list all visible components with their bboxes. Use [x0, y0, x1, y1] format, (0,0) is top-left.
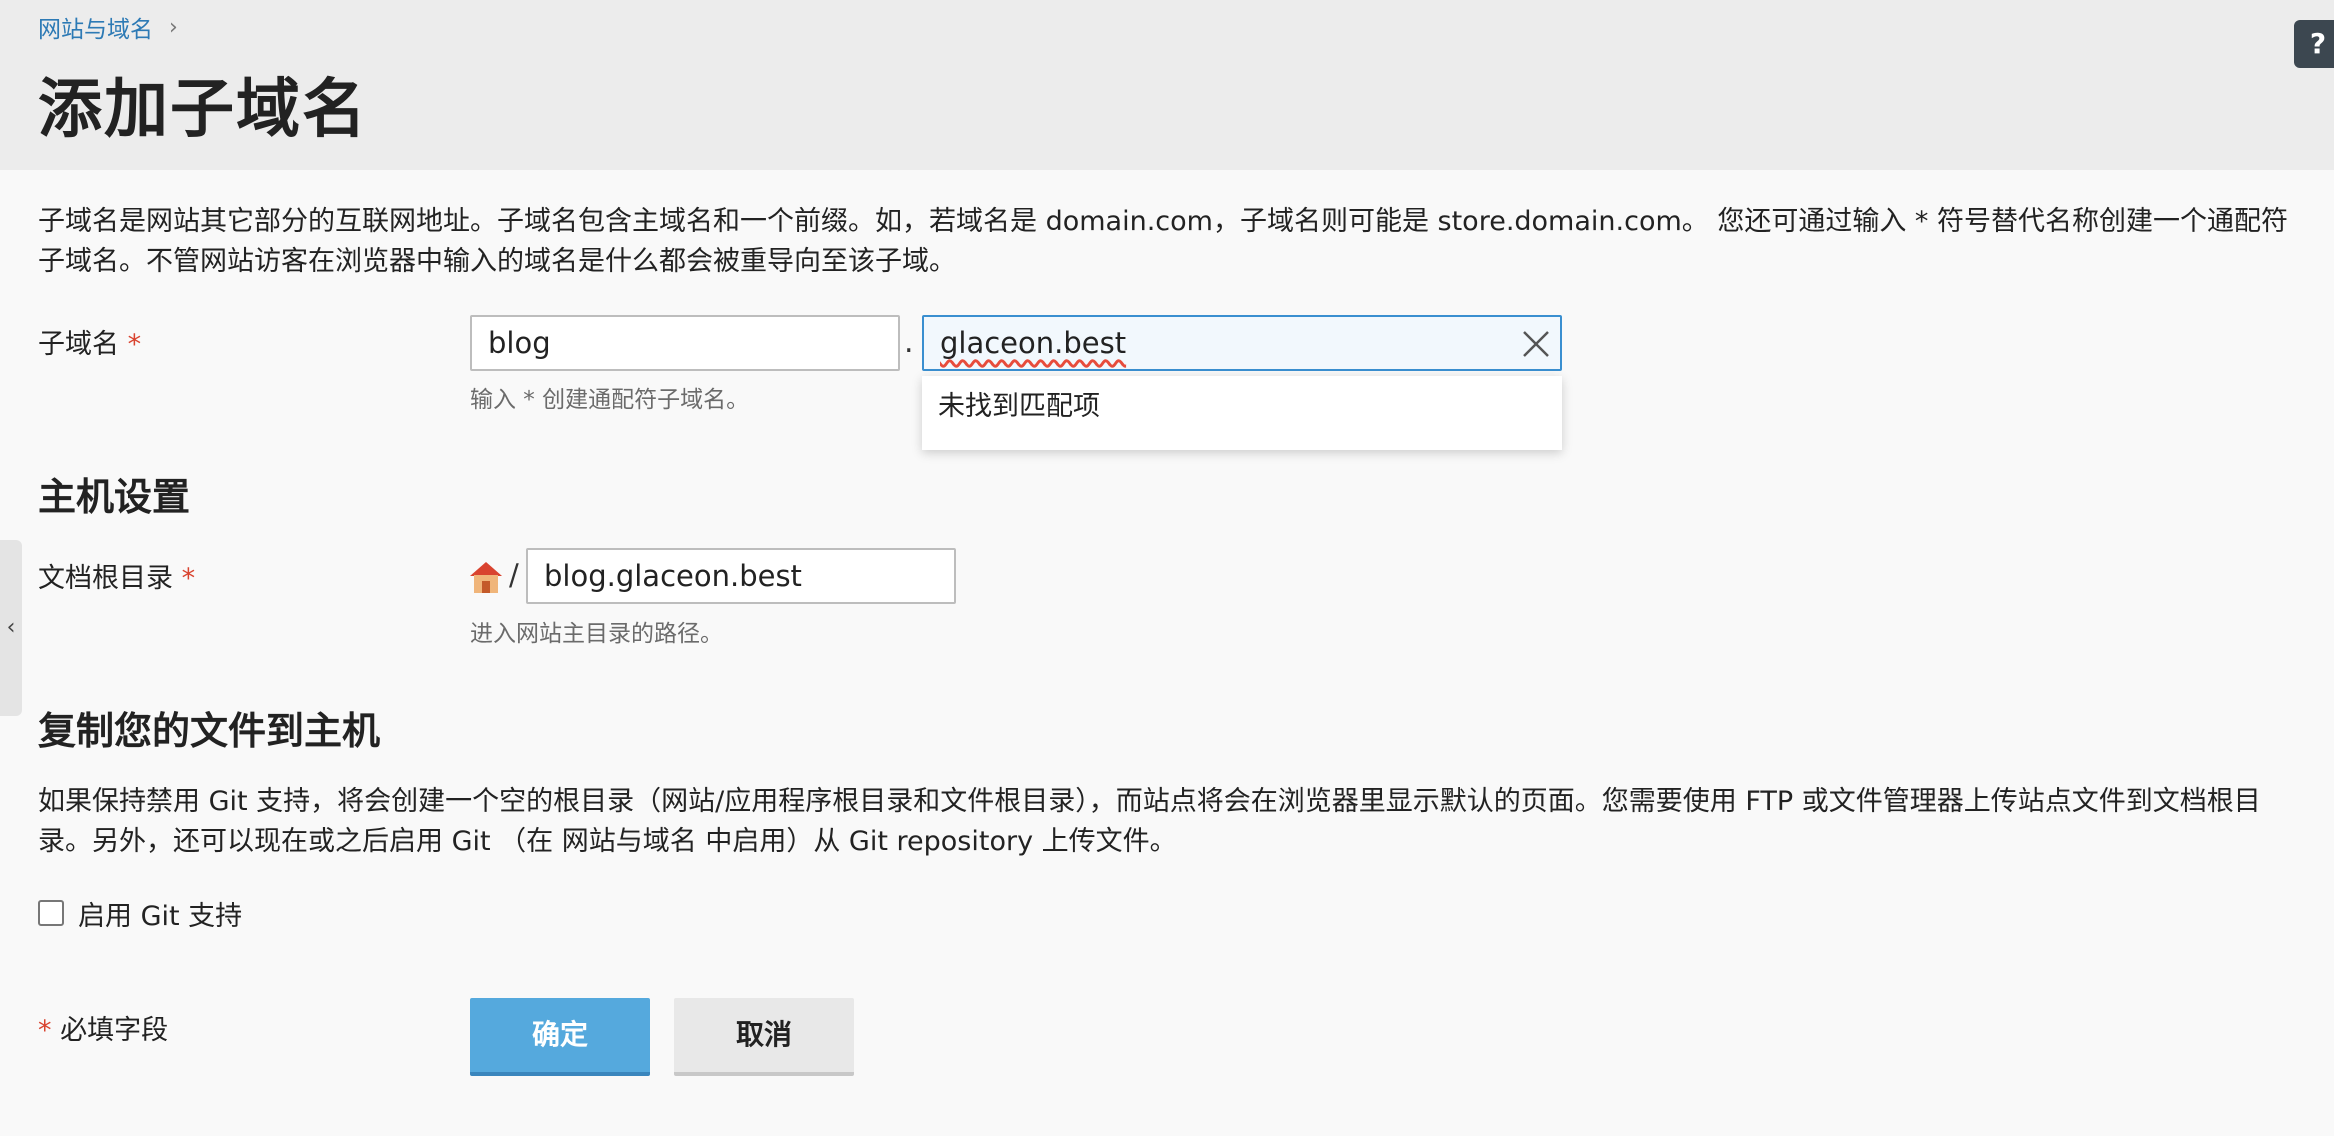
required-mark: *: [127, 329, 142, 360]
copy-files-description: 如果保持禁用 Git 支持，将会创建一个空的根目录（网站/应用程序根目录和文件根…: [38, 786, 2261, 857]
subdomain-label: 子域名 *: [38, 322, 141, 361]
docroot-label-text: 文档根目录: [38, 563, 173, 594]
page-header: 网站与域名 › 添加子域名: [0, 0, 2334, 170]
copy-files-heading: 复制您的文件到主机: [38, 709, 381, 753]
breadcrumb: 网站与域名 ›: [38, 10, 178, 44]
required-fields-text: 必填字段: [60, 1015, 169, 1046]
docroot-hint: 进入网站主目录的路径。: [470, 621, 723, 647]
git-support-checkbox[interactable]: [38, 900, 64, 926]
sidebar-toggle-chevron-icon[interactable]: ‹: [0, 540, 22, 716]
no-match-message: 未找到匹配项: [938, 391, 1100, 422]
domain-separator: .: [904, 325, 914, 360]
subdomain-prefix-input[interactable]: blog: [470, 315, 900, 371]
clear-icon[interactable]: [1520, 328, 1552, 360]
page-title: 添加子域名: [38, 73, 368, 147]
breadcrumb-link-websites-domains[interactable]: 网站与域名: [38, 10, 153, 44]
domain-dropdown: 未找到匹配项: [922, 376, 1562, 450]
breadcrumb-chevron-icon: ›: [169, 14, 178, 40]
subdomain-hint: 输入 * 创建通配符子域名。: [470, 387, 750, 413]
docroot-label: 文档根目录 *: [38, 556, 195, 595]
parent-domain-combobox[interactable]: glaceon.best: [922, 315, 1562, 371]
ok-button[interactable]: 确定: [470, 998, 650, 1076]
required-mark: *: [38, 1015, 52, 1046]
subdomain-description: 子域名是网站其它部分的互联网地址。子域名包含主域名和一个前缀。如，若域名是 do…: [38, 206, 2289, 277]
subdomain-label-text: 子域名: [38, 329, 119, 360]
parent-domain-value: glaceon.best: [940, 326, 1127, 360]
git-support-label[interactable]: 启用 Git 支持: [78, 894, 242, 933]
docroot-slash: /: [509, 558, 519, 592]
hosting-settings-heading: 主机设置: [38, 475, 191, 519]
required-fields-note: * 必填字段: [38, 1008, 168, 1047]
cancel-button[interactable]: 取消: [674, 998, 854, 1076]
required-mark: *: [181, 563, 196, 594]
home-icon: [470, 562, 502, 593]
help-button[interactable]: ?: [2294, 20, 2334, 68]
docroot-input[interactable]: blog.glaceon.best: [526, 548, 956, 604]
